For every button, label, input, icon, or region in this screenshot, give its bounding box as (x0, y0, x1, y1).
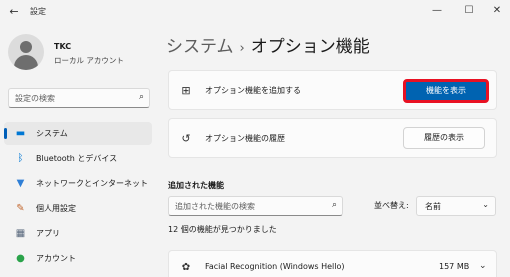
sidebar-nav: ▬ システム ᛒ Bluetooth とデバイス ▼ ネットワークとインターネッ… (4, 122, 152, 272)
avatar (8, 34, 44, 70)
bluetooth-icon: ᛒ (17, 153, 24, 164)
maximize-button[interactable]: ☐ (456, 2, 482, 20)
sidebar-item-bluetooth[interactable]: ᛒ Bluetooth とデバイス (4, 147, 152, 170)
sidebar-item-network[interactable]: ▼ ネットワークとインターネット (4, 172, 152, 195)
view-history-button[interactable]: 履歴の表示 (403, 127, 485, 149)
brush-icon: ✎ (16, 203, 25, 214)
chevron-right-icon: › (239, 41, 245, 56)
installed-search-placeholder: 追加された機能の検索 (175, 202, 255, 211)
breadcrumb-parent[interactable]: システム (166, 37, 234, 57)
app-title: 設定 (30, 7, 46, 16)
search-icon: ⌕ (138, 92, 144, 102)
apps-icon: ▦ (15, 228, 26, 239)
title-bar: ← 設定 — ☐ ✕ (0, 0, 510, 24)
account-type: ローカル アカウント (54, 56, 124, 65)
installed-features-search-input[interactable]: 追加された機能の検索 ⌕ (168, 196, 343, 216)
feature-name: Facial Recognition (Windows Hello) (205, 262, 345, 271)
person-icon: ● (16, 253, 25, 264)
close-button[interactable]: ✕ (484, 2, 510, 20)
sidebar-item-label: Bluetooth とデバイス (36, 154, 118, 163)
breadcrumb-current: オプション機能 (250, 37, 370, 57)
sidebar-item-accounts[interactable]: ● アカウント (4, 247, 152, 270)
sidebar-item-label: システム (36, 129, 68, 138)
feature-size: 157 MB (439, 262, 470, 271)
add-feature-card: ⊞ オプション機能を追加する 機能を表示 (168, 70, 497, 110)
chevron-down-icon: ⌄ (482, 200, 489, 209)
face-scan-icon: ✿ (181, 262, 191, 273)
add-feature-label: オプション機能を追加する (205, 86, 301, 95)
page-title: システム › オプション機能 (166, 32, 370, 57)
sidebar-item-label: アカウント (36, 254, 76, 263)
list-item[interactable]: ✿ Facial Recognition (Windows Hello) 157… (168, 250, 497, 277)
add-feature-icon: ⊞ (181, 84, 191, 97)
sidebar-item-label: ネットワークとインターネット (36, 179, 148, 188)
sort-label: 並べ替え: (374, 201, 409, 210)
sidebar-item-label: 個人用設定 (36, 204, 76, 213)
back-arrow-icon[interactable]: ← (6, 4, 22, 20)
view-features-button[interactable]: 機能を表示 (403, 79, 489, 103)
settings-search-input[interactable]: 設定の検索 ⌕ (8, 88, 150, 108)
installed-features-heading: 追加された機能 (168, 181, 224, 190)
sidebar-item-label: アプリ (36, 229, 60, 238)
feature-history-card: ↺ オプション機能の履歴 履歴の表示 (168, 118, 497, 158)
user-name: TKC (54, 42, 72, 51)
sort-dropdown[interactable]: 名前 ⌄ (416, 196, 496, 216)
sort-value: 名前 (425, 202, 441, 211)
sidebar-item-apps[interactable]: ▦ アプリ (4, 222, 152, 245)
search-icon: ⌕ (331, 200, 337, 210)
minimize-button[interactable]: — (424, 2, 450, 20)
chevron-down-icon[interactable]: ⌄ (479, 261, 487, 271)
feature-count-text: 12 個の機能が見つかりました (168, 225, 277, 234)
monitor-icon: ▬ (15, 128, 26, 139)
wifi-icon: ▼ (16, 178, 25, 189)
settings-search-placeholder: 設定の検索 (15, 94, 55, 103)
sidebar-item-system[interactable]: ▬ システム (4, 122, 152, 145)
sidebar-item-personalization[interactable]: ✎ 個人用設定 (4, 197, 152, 220)
history-icon: ↺ (181, 132, 191, 145)
feature-history-label: オプション機能の履歴 (205, 134, 285, 143)
user-profile[interactable]: TKC ローカル アカウント (8, 34, 158, 74)
